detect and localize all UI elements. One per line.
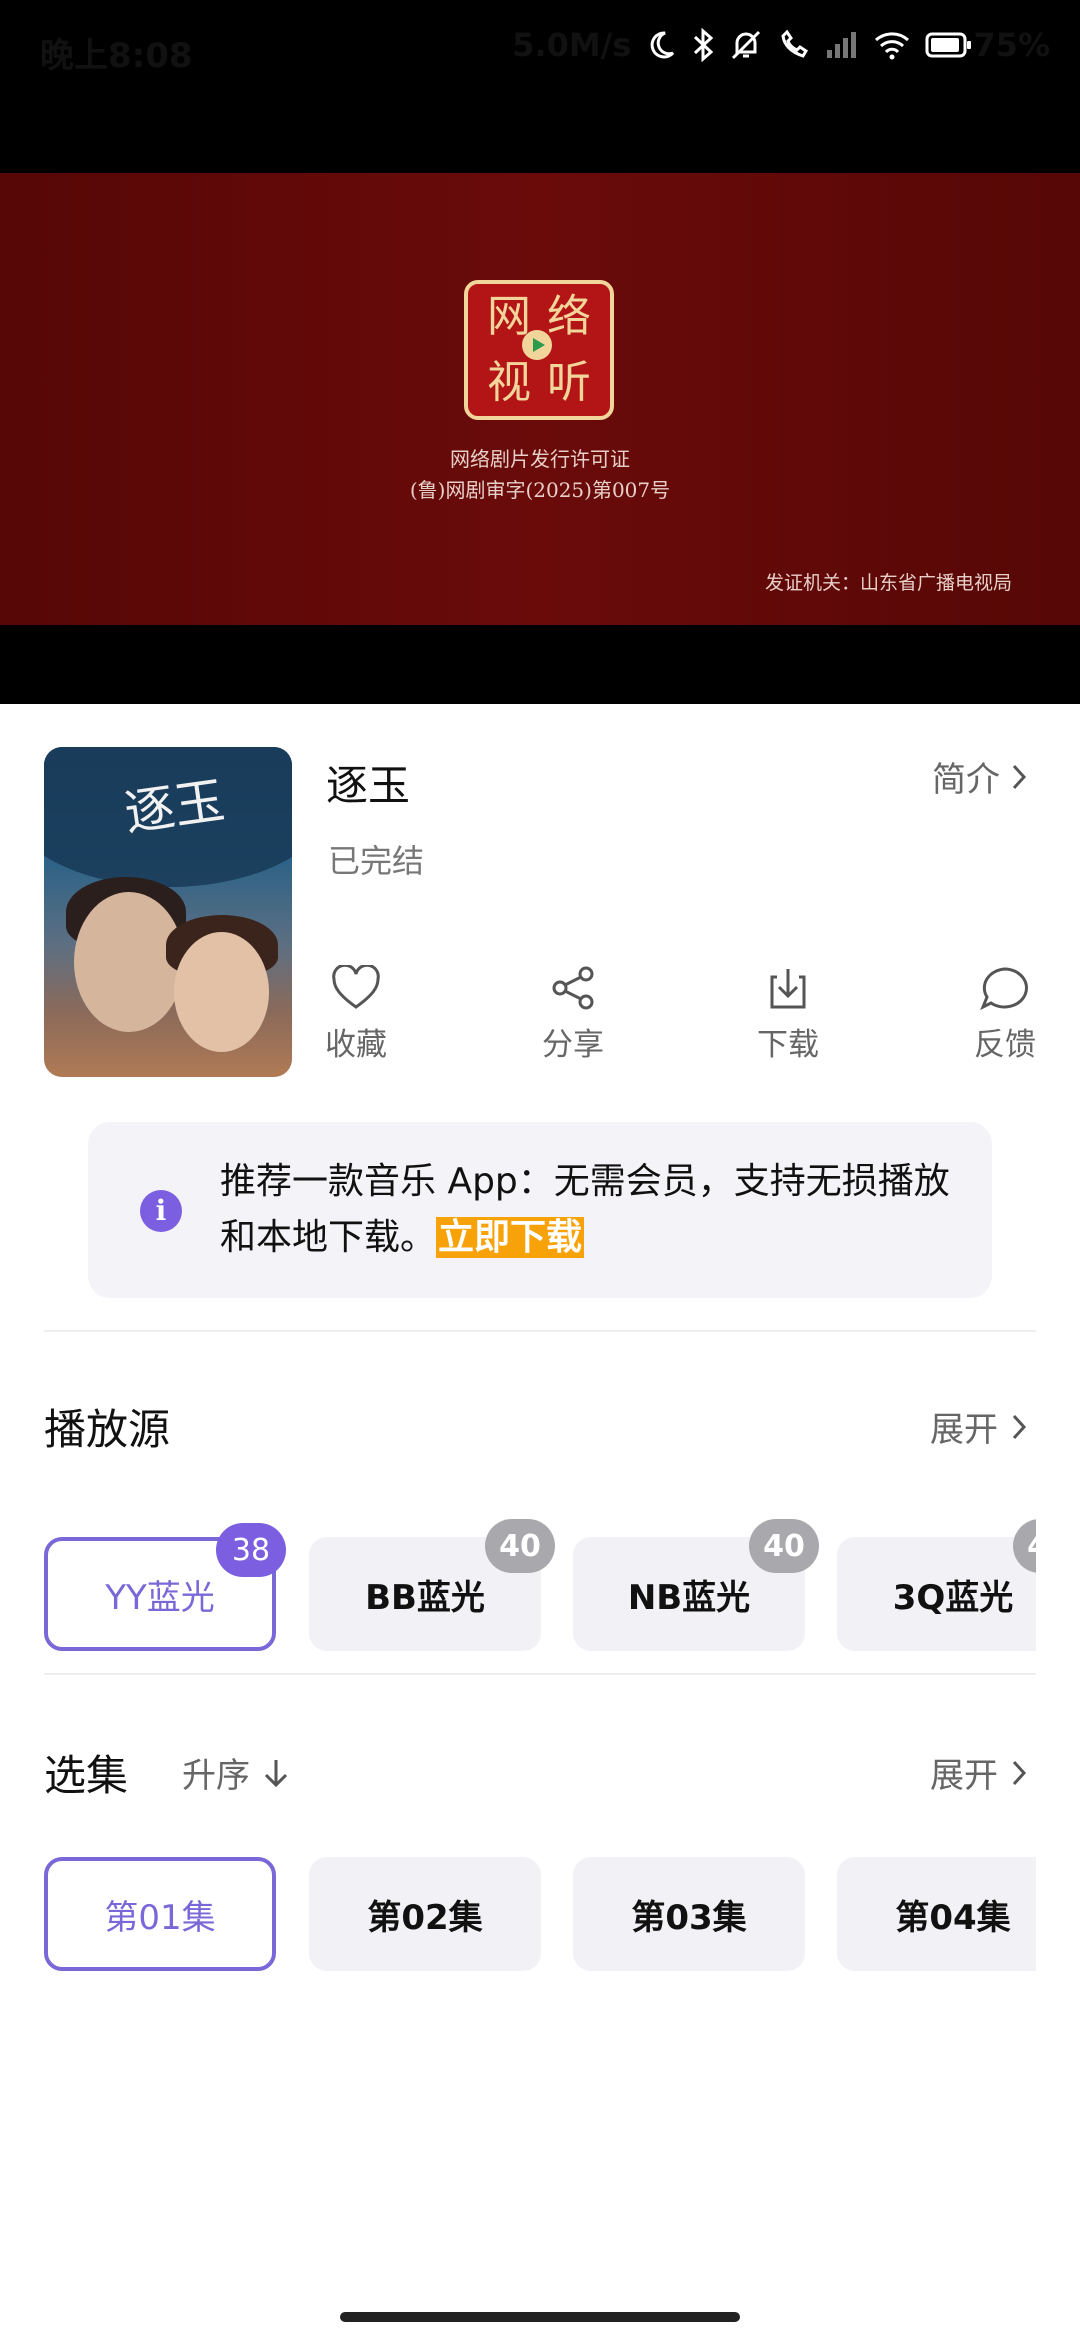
poster-image: 逐玉 xyxy=(44,747,292,1077)
source-label: YY蓝光 xyxy=(105,1577,215,1618)
notice-text: 推荐一款音乐 App：无需会员，支持无损播放和本地下载。 xyxy=(220,1161,950,1258)
sort-label: 升序 xyxy=(182,1756,250,1796)
bluetooth-icon xyxy=(694,28,714,62)
episode-count-badge: 40 xyxy=(749,1519,819,1573)
episode-chip[interactable]: 第01集 xyxy=(44,1857,276,1971)
poster-title: 逐玉 xyxy=(121,771,229,843)
signal-icon xyxy=(827,32,857,58)
favorite-button[interactable]: 收藏 xyxy=(286,965,426,1064)
expand-label: 展开 xyxy=(930,1410,998,1450)
seal-char: 听 xyxy=(547,357,591,408)
download-label: 下载 xyxy=(757,1027,819,1063)
show-title: 逐玉 xyxy=(326,761,411,810)
seal-char: 视 xyxy=(487,357,531,408)
favorite-label: 收藏 xyxy=(325,1027,387,1063)
share-label: 分享 xyxy=(542,1027,604,1063)
divider xyxy=(44,1673,1036,1675)
network-av-seal: 网 络 视 听 xyxy=(464,280,614,420)
chevron-right-icon xyxy=(1012,1414,1027,1439)
feedback-label: 反馈 xyxy=(974,1027,1036,1063)
source-label: 3Q蓝光 xyxy=(892,1577,1014,1618)
home-indicator[interactable] xyxy=(340,2312,740,2322)
info-icon: i xyxy=(140,1190,182,1232)
license-issuer: 发证机关：山东省广播电视局 xyxy=(764,572,1012,594)
promo-notice: i 推荐一款音乐 App：无需会员，支持无损播放和本地下载。立即下载 xyxy=(88,1122,992,1298)
episode-count-badge: 40 xyxy=(485,1519,555,1573)
sort-toggle[interactable]: 升序 xyxy=(182,1748,290,1797)
battery-icon xyxy=(925,32,972,58)
chevron-right-icon xyxy=(1012,764,1027,789)
divider xyxy=(44,1330,1036,1332)
arrow-down-icon xyxy=(264,1759,288,1787)
sources-expand-button[interactable]: 展开 xyxy=(930,1402,1028,1451)
status-icons: 5.0M/s 75% xyxy=(512,26,1050,64)
episode-count-badge: 38 xyxy=(216,1523,286,1577)
feedback-icon xyxy=(980,967,1028,1011)
episode-count-badge: 40 xyxy=(1013,1519,1036,1573)
episodes-title: 选集 xyxy=(44,1751,129,1800)
intro-link[interactable]: 简介 xyxy=(932,752,1028,801)
source-chip-bb[interactable]: BB蓝光 40 xyxy=(309,1519,555,1651)
battery-indicator: 75% xyxy=(925,26,1050,64)
play-icon xyxy=(522,330,552,360)
source-chip-nb[interactable]: NB蓝光 40 xyxy=(573,1519,819,1651)
source-chip-yy[interactable]: YY蓝光 38 xyxy=(44,1523,286,1651)
status-time: 晚上8:08 xyxy=(40,36,193,76)
wifi-icon xyxy=(875,32,910,60)
episodes-expand-button[interactable]: 展开 xyxy=(930,1748,1028,1797)
episode-chip[interactable]: 第04集 xyxy=(837,1857,1036,1971)
moon-icon xyxy=(651,31,675,59)
download-icon xyxy=(770,969,806,1009)
source-label: NB蓝光 xyxy=(627,1577,751,1618)
mute-bell-icon xyxy=(732,30,761,60)
sources-title: 播放源 xyxy=(44,1405,171,1454)
license-title: 网络剧片发行许可证 xyxy=(450,447,630,471)
source-chip-3q[interactable]: 3Q蓝光 40 xyxy=(837,1519,1036,1651)
share-button[interactable]: 分享 xyxy=(503,965,643,1064)
expand-label: 展开 xyxy=(930,1756,998,1796)
heart-icon xyxy=(332,965,380,1009)
chevron-right-icon xyxy=(1012,1760,1027,1785)
source-label: BB蓝光 xyxy=(365,1577,485,1618)
intro-label: 简介 xyxy=(932,760,1000,800)
episode-chip[interactable]: 第03集 xyxy=(573,1857,805,1971)
license-number: (鲁)网剧审字(2025)第007号 xyxy=(409,478,671,502)
battery-percent: 75% xyxy=(973,26,1050,64)
episode-chip[interactable]: 第02集 xyxy=(309,1857,541,1971)
download-now-link[interactable]: 立即下载 xyxy=(436,1217,585,1258)
source-chip-clip: 3Q蓝光 40 xyxy=(836,1510,1036,1670)
call-icon xyxy=(781,29,809,58)
download-button[interactable]: 下载 xyxy=(718,965,858,1064)
share-icon xyxy=(552,966,594,1010)
feedback-button[interactable]: 反馈 xyxy=(935,965,1075,1064)
episode-chip-clip: 第04集 xyxy=(836,1857,1036,1971)
net-speed: 5.0M/s xyxy=(512,26,632,64)
show-status: 已完结 xyxy=(328,842,425,880)
